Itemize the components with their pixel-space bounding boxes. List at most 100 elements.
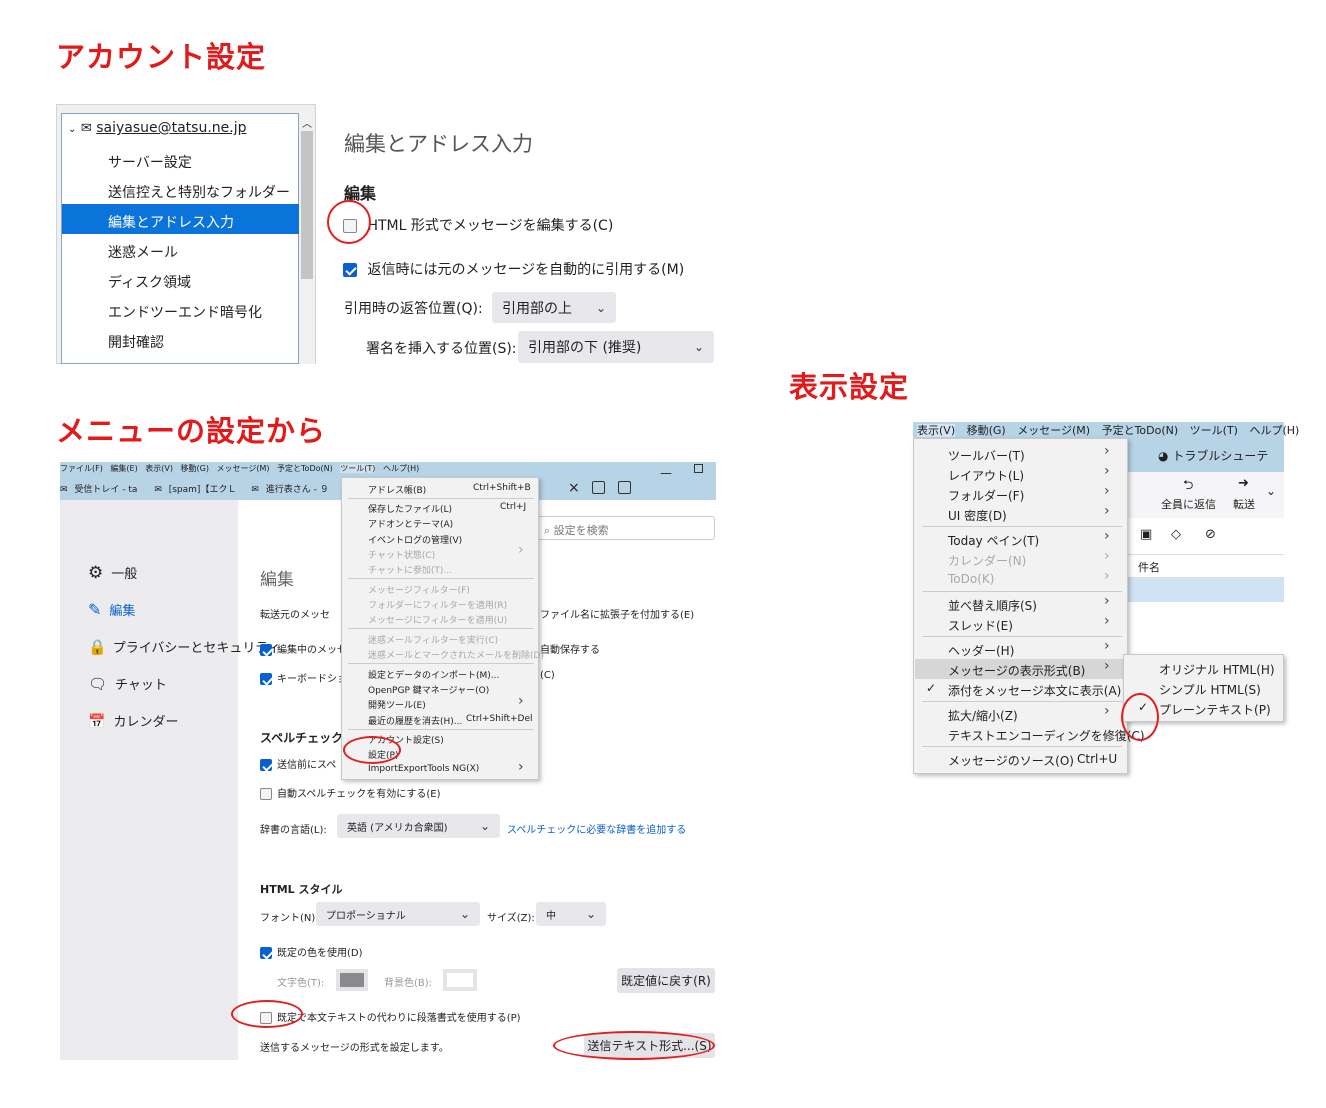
menu-item-toolbars[interactable]: ツールバー(T)	[948, 447, 1025, 464]
menu-item-layout[interactable]: レイアウト(L)	[948, 467, 1024, 484]
menu-edit[interactable]: 編集(E)	[110, 464, 137, 473]
menu-item-density[interactable]: UI 密度(D)	[948, 507, 1007, 524]
menu-item-delete-junk[interactable]: 迷惑メールとマークされたメールを削除(D)	[368, 648, 544, 661]
menu-item-headers[interactable]: ヘッダー(H)	[948, 642, 1014, 659]
chevron-down-icon[interactable]: ⌄	[1266, 484, 1276, 498]
minimize-icon[interactable]: —	[660, 466, 672, 480]
tree-item-receipts[interactable]: 開封確認	[108, 332, 164, 352]
tree-item-server[interactable]: サーバー設定	[108, 152, 192, 172]
menu-item-importexport[interactable]: ImportExportTools NG(X)	[368, 764, 479, 774]
menu-message[interactable]: メッセージ(M)	[1017, 424, 1090, 437]
menu-item-sort[interactable]: 並べ替え順序(S)	[948, 597, 1037, 614]
menu-item-threads[interactable]: スレッド(E)	[948, 617, 1013, 634]
default-color-checkbox[interactable]	[260, 947, 272, 959]
menu-item-repair-encoding[interactable]: テキストエンコーディングを修復(C)	[948, 727, 1145, 744]
menu-item-addons[interactable]: アドオンとテーマ(A)	[368, 517, 453, 530]
menu-message[interactable]: メッセージ(M)	[217, 464, 270, 473]
spell-auto-option[interactable]: 自動スペルチェックを有効にする(E)	[260, 785, 441, 800]
scroll-thumb[interactable]	[301, 131, 313, 279]
spell-send-checkbox[interactable]	[260, 759, 272, 771]
menu-go[interactable]: 移動(G)	[181, 464, 209, 473]
nav-calendar[interactable]: 📅 カレンダー	[88, 711, 178, 730]
nav-compose[interactable]: ✎ 編集	[88, 600, 135, 619]
menu-tools[interactable]: ツール(T)	[1190, 424, 1238, 437]
reply-all-button[interactable]: 全員に返信	[1161, 496, 1216, 512]
auto-quote-checkbox[interactable]	[343, 263, 357, 277]
reset-button[interactable]: 既定値に戻す(R)	[617, 968, 715, 993]
attachment-icon[interactable]: ⊘	[1205, 527, 1216, 542]
menu-item-junk-filter[interactable]: 迷惑メールフィルターを実行(C)	[368, 633, 498, 646]
menu-events[interactable]: 予定とToDo(N)	[1102, 424, 1179, 437]
selected-message-row[interactable]	[1128, 578, 1284, 602]
menu-item-folders[interactable]: フォルダー(F)	[948, 487, 1024, 504]
text-color-swatch[interactable]	[336, 969, 368, 991]
tree-scrollbar[interactable]: ︿	[299, 113, 315, 364]
default-color-option[interactable]: 既定の色を使用(D)	[260, 944, 363, 959]
menu-item-plain-text[interactable]: プレーンテキスト(P)	[1159, 701, 1271, 718]
menu-item-openpgp[interactable]: OpenPGP 鍵マネージャー(O)	[368, 683, 489, 696]
menu-tools[interactable]: ツール(T)	[340, 464, 376, 473]
menu-item-source[interactable]: メッセージのソース(O)	[948, 752, 1074, 769]
menu-item-calendar[interactable]: カレンダー(N)	[948, 552, 1026, 569]
menu-help[interactable]: ヘルプ(H)	[1249, 424, 1299, 437]
spell-send-option[interactable]: 送信前にスペ	[260, 756, 336, 771]
tree-item-disk[interactable]: ディスク領域	[108, 272, 191, 292]
forward-button[interactable]: 転送	[1233, 496, 1255, 512]
menu-item-saved-files[interactable]: 保存したファイル(L)	[368, 502, 452, 515]
menu-item-message-body[interactable]: メッセージの表示形式(B)	[948, 662, 1085, 679]
menu-view[interactable]: 表示(V)	[145, 464, 173, 473]
size-select[interactable]: 中 ⌄	[536, 902, 606, 926]
nav-privacy[interactable]: 🔒 プライバシーとセキュリティ	[88, 637, 281, 656]
tab-progress[interactable]: 進行表さん - ９	[266, 485, 329, 495]
menu-item-today-pane[interactable]: Today ペイン(T)	[948, 532, 1039, 549]
menu-item-import[interactable]: 設定とデータのインポート(M)...	[368, 668, 499, 681]
tree-item-copies[interactable]: 送信控えと特別なフォルダー	[108, 182, 290, 202]
menu-item-message-filter[interactable]: メッセージにフィルターを適用(U)	[368, 613, 507, 626]
dict-select[interactable]: 英語 (アメリカ合衆国) ⌄	[337, 814, 500, 838]
search-input[interactable]: ⌕ 設定を検索	[537, 516, 715, 540]
account-row[interactable]: ⌄ ✉ saiyasue@tatsu.ne.jp	[68, 120, 247, 136]
nav-general[interactable]: ⚙ 一般	[88, 563, 137, 583]
keyboard-checkbox[interactable]	[260, 673, 272, 685]
menu-item-address-book[interactable]: アドレス帳(B)	[368, 483, 426, 496]
menu-go[interactable]: 移動(G)	[967, 424, 1006, 437]
address-book-icon[interactable]: ▣	[1140, 527, 1152, 542]
menu-item-todo[interactable]: ToDo(K)	[948, 572, 994, 586]
sig-pos-select[interactable]: 引用部の下 (推奨) ⌄	[518, 331, 714, 363]
draft-option[interactable]: 編集中のメッセ	[260, 641, 347, 656]
menu-item-attachments-inline[interactable]: 添付をメッセージ本文に表示(A)	[948, 682, 1121, 699]
dict-link[interactable]: スペルチェックに必要な辞書を追加する	[507, 821, 686, 836]
menu-item-dev-tools[interactable]: 開発ツール(E)	[368, 698, 426, 711]
spell-auto-checkbox[interactable]	[260, 788, 272, 800]
subject-column[interactable]: 件名	[1138, 559, 1160, 575]
reply-pos-select[interactable]: 引用部の上 ⌄	[492, 292, 616, 323]
bg-color-swatch[interactable]	[443, 969, 477, 991]
menu-item-folder-filter[interactable]: フォルダーにフィルターを適用(R)	[368, 598, 507, 611]
tab-spam[interactable]: [spam]【エクＬ	[169, 485, 237, 495]
tree-item-junk[interactable]: 迷惑メール	[108, 242, 178, 262]
tasks-icon[interactable]	[618, 481, 631, 494]
tag-icon[interactable]: ◇	[1171, 527, 1181, 542]
nav-chat[interactable]: 🗨 チャット	[88, 674, 167, 693]
menu-item-chat-status[interactable]: チャット状態(C)	[368, 548, 435, 561]
menu-view[interactable]: 表示(V)	[917, 424, 956, 437]
menu-item-original-html[interactable]: オリジナル HTML(H)	[1159, 661, 1275, 678]
font-select[interactable]: プロポーショナル ⌄	[316, 902, 480, 926]
menu-events[interactable]: 予定とToDo(N)	[277, 464, 333, 473]
maximize-icon[interactable]	[694, 464, 703, 473]
tab-close-icon[interactable]: ×	[568, 480, 580, 496]
menu-help[interactable]: ヘルプ(H)	[383, 464, 419, 473]
auto-quote-option[interactable]: 返信時には元のメッセージを自動的に引用する(M)	[343, 259, 684, 279]
tab-inbox[interactable]: 受信トレイ - ta	[74, 485, 137, 495]
menu-item-join-chat[interactable]: チャットに参加(T)...	[368, 563, 452, 576]
menu-file[interactable]: ファイル(F)	[60, 464, 103, 473]
tree-item-e2e[interactable]: エンドツーエンド暗号化	[108, 302, 262, 322]
menu-item-event-log[interactable]: イベントログの管理(V)	[368, 533, 462, 546]
scroll-up-icon[interactable]: ︿	[302, 115, 312, 130]
html-compose-option[interactable]: HTML 形式でメッセージを編集する(C)	[343, 215, 613, 235]
menu-item-filters[interactable]: メッセージフィルター(F)	[368, 583, 470, 596]
menu-item-simple-html[interactable]: シンプル HTML(S)	[1159, 681, 1261, 698]
tree-item-composition[interactable]: 編集とアドレス入力	[108, 212, 234, 232]
tab-troubleshoot[interactable]: ◕ トラブルシューテ	[1158, 447, 1268, 464]
menu-item-zoom[interactable]: 拡大/縮小(Z)	[948, 707, 1018, 724]
